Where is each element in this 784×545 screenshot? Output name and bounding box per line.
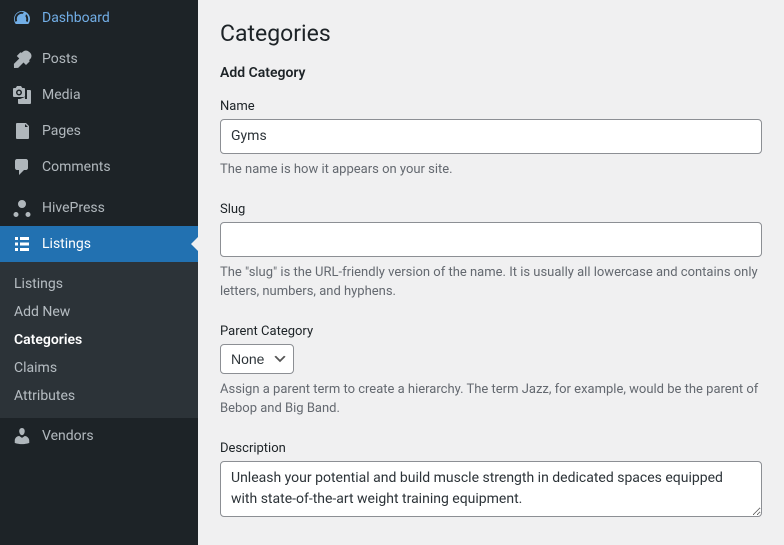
- form-heading: Add Category: [220, 65, 762, 81]
- main-content: Categories Add Category Name The name is…: [198, 0, 784, 545]
- sidebar-item-media[interactable]: Media: [0, 77, 198, 113]
- vendors-icon: [12, 426, 32, 446]
- pages-icon: [12, 121, 32, 141]
- media-icon: [12, 85, 32, 105]
- submenu-item-add-new[interactable]: Add New: [0, 298, 198, 326]
- name-label: Name: [220, 99, 762, 114]
- sidebar-item-comments[interactable]: Comments: [0, 149, 198, 185]
- sidebar-item-label: HivePress: [42, 200, 105, 216]
- sidebar-item-label: Media: [42, 87, 81, 103]
- hivepress-icon: [12, 198, 32, 218]
- name-description: The name is how it appears on your site.: [220, 160, 762, 180]
- sidebar-item-label: Listings: [42, 236, 91, 252]
- parent-select[interactable]: None: [220, 344, 294, 374]
- sidebar-item-dashboard[interactable]: Dashboard: [0, 0, 198, 36]
- sidebar-item-posts[interactable]: Posts: [0, 41, 198, 77]
- submenu-listings: Listings Add New Categories Claims Attri…: [0, 262, 198, 418]
- submenu-item-listings[interactable]: Listings: [0, 270, 198, 298]
- submenu-item-attributes[interactable]: Attributes: [0, 382, 198, 410]
- sidebar-item-label: Dashboard: [42, 10, 110, 26]
- admin-sidebar: Dashboard Posts Media Pages Comments Hiv…: [0, 0, 198, 545]
- description-textarea[interactable]: [220, 461, 762, 517]
- slug-input[interactable]: [220, 222, 762, 257]
- parent-description: Assign a parent term to create a hierarc…: [220, 380, 762, 419]
- field-description: Description: [220, 441, 762, 521]
- slug-label: Slug: [220, 202, 762, 217]
- dashboard-icon: [12, 8, 32, 28]
- slug-description: The "slug" is the URL-friendly version o…: [220, 263, 762, 302]
- sidebar-item-label: Vendors: [42, 428, 94, 444]
- sidebar-item-label: Pages: [42, 123, 81, 139]
- page-title: Categories: [220, 20, 762, 47]
- field-parent: Parent Category None Assign a parent ter…: [220, 324, 762, 419]
- pushpin-icon: [12, 49, 32, 69]
- sidebar-item-vendors[interactable]: Vendors: [0, 418, 198, 454]
- submenu-item-claims[interactable]: Claims: [0, 354, 198, 382]
- sidebar-item-label: Comments: [42, 159, 111, 175]
- sidebar-item-listings[interactable]: Listings: [0, 226, 198, 262]
- sidebar-item-label: Posts: [42, 51, 78, 67]
- field-slug: Slug The "slug" is the URL-friendly vers…: [220, 202, 762, 302]
- name-input[interactable]: [220, 119, 762, 154]
- sidebar-item-pages[interactable]: Pages: [0, 113, 198, 149]
- description-label: Description: [220, 441, 762, 456]
- comments-icon: [12, 157, 32, 177]
- field-name: Name The name is how it appears on your …: [220, 99, 762, 180]
- submenu-item-categories[interactable]: Categories: [0, 326, 198, 354]
- listings-icon: [12, 234, 32, 254]
- parent-label: Parent Category: [220, 324, 762, 339]
- sidebar-item-hivepress[interactable]: HivePress: [0, 190, 198, 226]
